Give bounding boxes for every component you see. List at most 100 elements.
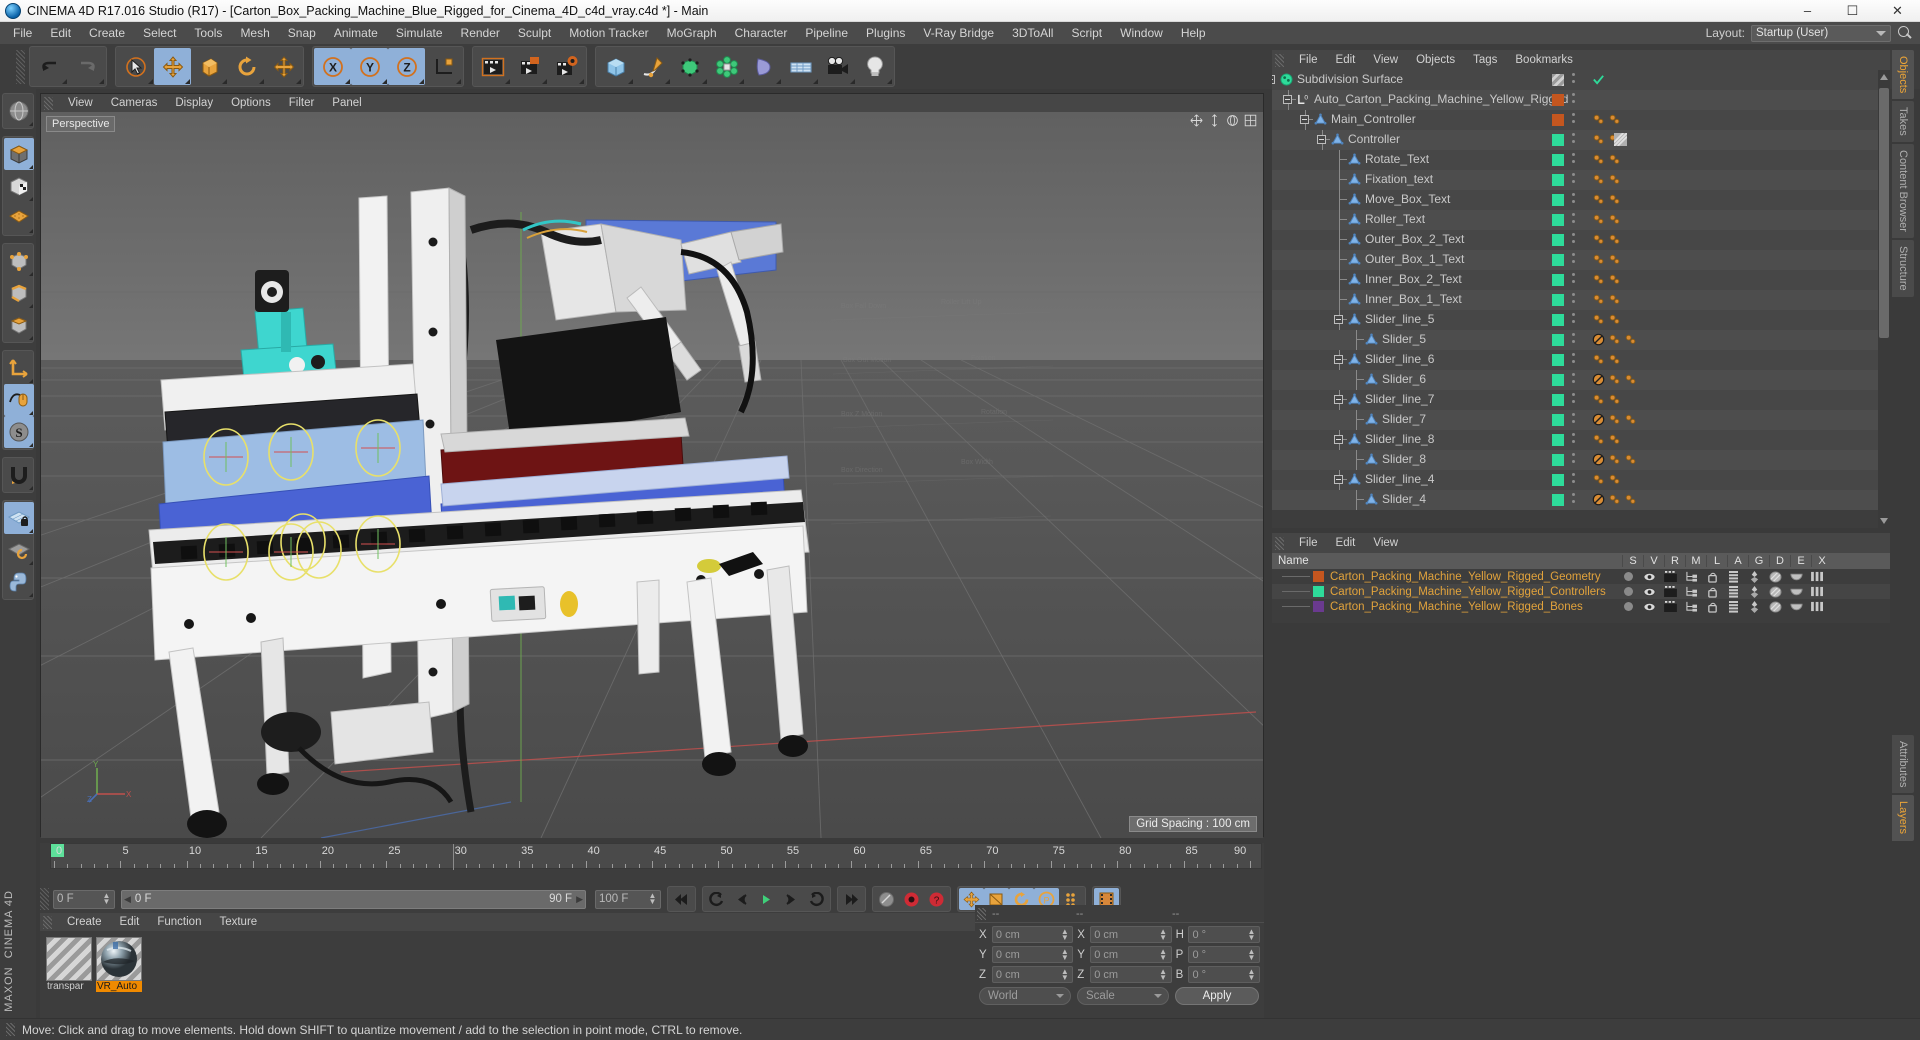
viewport-menu-cameras[interactable]: Cameras <box>102 95 167 111</box>
side-tab-attributes[interactable]: Attributes <box>1892 735 1914 794</box>
menu-item-pipeline[interactable]: Pipeline <box>796 23 857 43</box>
layer-toggle-l[interactable] <box>1702 586 1723 598</box>
tag-xpresso-icon[interactable] <box>1624 333 1637 349</box>
object-menu-bookmarks[interactable]: Bookmarks <box>1506 52 1582 68</box>
close-button[interactable]: ✕ <box>1875 0 1920 22</box>
menu-item-render[interactable]: Render <box>452 23 509 43</box>
previous-keyframe-icon[interactable] <box>704 888 729 910</box>
expander-collapse-icon[interactable] <box>1300 115 1309 124</box>
expander-collapse-icon[interactable] <box>1317 135 1326 144</box>
menu-item-edit[interactable]: Edit <box>41 23 80 43</box>
minimize-button[interactable]: – <box>1785 0 1830 22</box>
object-color-swatch[interactable] <box>1552 474 1564 486</box>
camera-icon[interactable] <box>819 48 856 85</box>
object-color-swatch[interactable] <box>1552 494 1564 506</box>
coordinate-system-dropdown[interactable]: World <box>979 987 1071 1005</box>
layer-toggle-m[interactable] <box>1681 571 1702 582</box>
tag-xpresso-icon[interactable] <box>1608 333 1621 349</box>
transport-grip[interactable] <box>40 888 49 910</box>
menu-item-mesh[interactable]: Mesh <box>231 23 278 43</box>
spinner-icon[interactable]: ▲ ▼ <box>1247 927 1256 942</box>
position-y-field[interactable]: 0 cm ▲ ▼ <box>991 946 1074 963</box>
tag-xpresso-icon[interactable] <box>1592 153 1605 169</box>
object-row[interactable]: Slider_5 <box>1272 330 1890 350</box>
object-row[interactable]: Subdivision Surface <box>1272 70 1890 90</box>
enable-axis-icon[interactable] <box>4 384 34 416</box>
object-row[interactable]: Slider_line_7 <box>1272 390 1890 410</box>
size-x-field[interactable]: 0 cm ▲ ▼ <box>1090 926 1172 943</box>
tag-xpresso-icon[interactable] <box>1592 233 1605 249</box>
layer-color-swatch[interactable] <box>1313 571 1324 582</box>
layer-toggle-r[interactable] <box>1660 571 1681 582</box>
layer-toggle-l[interactable] <box>1702 571 1723 583</box>
expander-collapse-icon[interactable] <box>1334 435 1343 444</box>
layer-toggle-a[interactable] <box>1723 570 1744 583</box>
layer-column-m[interactable]: M <box>1685 555 1706 567</box>
go-to-start-icon[interactable] <box>669 888 694 910</box>
object-manager-scrollbar[interactable] <box>1878 70 1890 528</box>
scroll-thumb[interactable] <box>1879 88 1889 338</box>
layer-toggle-g[interactable] <box>1744 585 1765 598</box>
viewport-menu-filter[interactable]: Filter <box>280 95 324 111</box>
menu-item-v-ray-bridge[interactable]: V-Ray Bridge <box>914 23 1003 43</box>
layer-toggle-d[interactable] <box>1765 585 1786 598</box>
z-axis-lock-icon[interactable]: Z <box>388 48 425 85</box>
spinner-icon[interactable]: ▲ ▼ <box>648 892 657 907</box>
tag-xpresso-icon[interactable] <box>1592 293 1605 309</box>
timeline-cursor[interactable] <box>452 844 454 870</box>
layer-column-s[interactable]: S <box>1622 555 1643 567</box>
object-color-swatch[interactable] <box>1552 94 1564 106</box>
object-tree[interactable]: Subdivision Surface 0 Auto_Carton_Packing_… <box>1272 70 1890 510</box>
layer-column-d[interactable]: D <box>1769 555 1790 567</box>
light-icon[interactable] <box>856 48 893 85</box>
rotation-p-field[interactable]: 0 ° ▲ ▼ <box>1188 946 1260 963</box>
menu-item-window[interactable]: Window <box>1111 23 1172 43</box>
layer-toggle-r[interactable] <box>1660 601 1681 612</box>
layer-toggle-l[interactable] <box>1702 601 1723 613</box>
layer-column-x[interactable]: X <box>1811 555 1832 567</box>
layer-row[interactable]: Carton_Packing_Machine_Yellow_Rigged_Geo… <box>1272 569 1890 584</box>
material-menu-create[interactable]: Create <box>58 914 111 930</box>
object-row[interactable]: Inner_Box_2_Text <box>1272 270 1890 290</box>
layer-toggle-v[interactable] <box>1639 572 1660 582</box>
menu-item-mograph[interactable]: MoGraph <box>658 23 726 43</box>
material-item[interactable]: VR_Auto <box>96 937 142 992</box>
layer-toggle-s[interactable] <box>1618 602 1639 611</box>
expander-collapse-icon[interactable] <box>1283 95 1292 104</box>
tag-xpresso-icon[interactable] <box>1608 153 1621 169</box>
object-color-swatch[interactable] <box>1552 314 1564 326</box>
tag-xpresso-icon[interactable] <box>1624 373 1637 389</box>
tag-checkmark-icon[interactable] <box>1592 73 1605 89</box>
spline-pen-icon[interactable] <box>634 48 671 85</box>
object-color-swatch[interactable] <box>1552 434 1564 446</box>
tag-checker-icon[interactable] <box>1613 132 1628 149</box>
tag-xpresso-icon[interactable] <box>1608 193 1621 209</box>
layer-toggle-a[interactable] <box>1723 585 1744 598</box>
material-menu-edit[interactable]: Edit <box>111 914 149 930</box>
scrub-left-arrow-icon[interactable]: ◀ <box>124 894 131 905</box>
size-z-field[interactable]: 0 cm ▲ ▼ <box>1090 966 1172 983</box>
make-editable-icon[interactable] <box>4 138 34 170</box>
layer-toggle-x[interactable] <box>1807 586 1828 597</box>
object-color-swatch[interactable] <box>1552 154 1564 166</box>
coordinates-grip[interactable] <box>977 907 986 920</box>
layer-toggle-v[interactable] <box>1639 587 1660 597</box>
layer-toggle-m[interactable] <box>1681 601 1702 612</box>
layer-toggle-e[interactable] <box>1786 572 1807 582</box>
polygons-mode-icon[interactable] <box>4 309 34 341</box>
tag-xpresso-icon[interactable] <box>1592 433 1605 449</box>
layer-column-g[interactable]: G <box>1748 555 1769 567</box>
scene-floor-icon[interactable] <box>782 48 819 85</box>
expander-collapse-icon[interactable] <box>1272 75 1275 84</box>
pan-view-icon[interactable] <box>1190 114 1203 127</box>
layer-toggle-s[interactable] <box>1618 572 1639 581</box>
object-menu-view[interactable]: View <box>1364 52 1407 68</box>
object-row[interactable]: Inner_Box_1_Text <box>1272 290 1890 310</box>
layer-menu-file[interactable]: File <box>1290 535 1327 551</box>
layer-toggle-v[interactable] <box>1639 602 1660 612</box>
tag-xpresso-icon[interactable] <box>1624 453 1637 469</box>
workplane-lock-icon[interactable] <box>4 502 34 534</box>
object-color-swatch[interactable] <box>1552 394 1564 406</box>
menu-item-file[interactable]: File <box>4 23 41 43</box>
scrub-right-arrow-icon[interactable]: ▶ <box>576 894 583 905</box>
